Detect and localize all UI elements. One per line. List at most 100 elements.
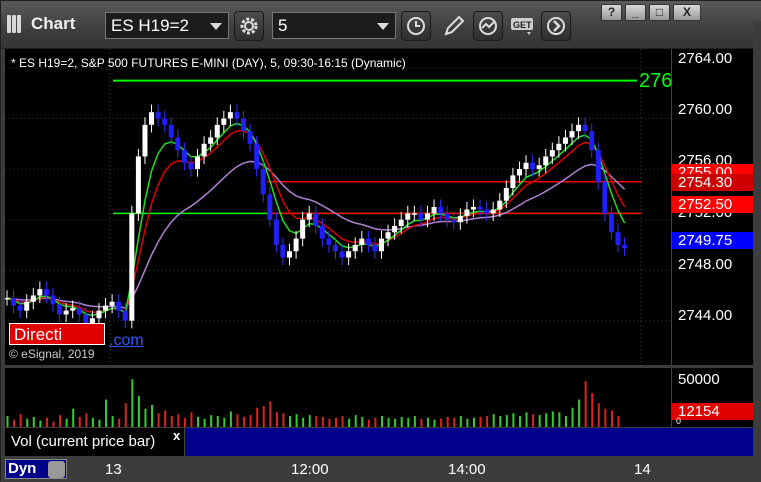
help-button[interactable]: ? (601, 4, 622, 21)
chevron-down-icon[interactable] (377, 23, 389, 30)
get-icon: GET (511, 18, 533, 35)
candle-body (497, 200, 503, 210)
candle-body (142, 124, 148, 157)
price-axis[interactable]: 2764.00 2760.00 2756.00 2752.00 2748.00 … (671, 49, 754, 365)
candle-body (306, 213, 312, 220)
volume-bar (32, 416, 35, 427)
volume-bar (551, 411, 554, 427)
candle-body (57, 304, 63, 315)
volume-bar (210, 415, 213, 427)
volume-bar (216, 416, 219, 427)
candle-body (582, 124, 588, 132)
volume-bar (98, 419, 101, 427)
volume-bar (328, 418, 331, 427)
candle-body (122, 310, 128, 321)
candle-body (530, 162, 536, 170)
volume-bar (190, 412, 193, 427)
volume-bar (229, 411, 232, 427)
price-tick: 2748.00 (678, 256, 733, 273)
volume-bar (111, 416, 114, 427)
symbol-value: ES H19=2 (111, 16, 189, 35)
candle-body (162, 118, 168, 125)
chart-app-icon (7, 15, 25, 33)
lock-icon[interactable] (48, 461, 65, 478)
candle-body (451, 219, 457, 223)
candle-body (556, 143, 562, 151)
symbol-combo[interactable]: ES H19=2 (105, 12, 229, 39)
volume-bar (584, 381, 587, 427)
minimize-button[interactable]: _ (625, 4, 646, 21)
time-button[interactable] (401, 11, 431, 41)
close-button[interactable]: X (673, 4, 701, 21)
volume-bar (59, 415, 62, 427)
volume-bar (308, 415, 311, 427)
candle-body (411, 213, 417, 215)
volume-panel[interactable] (5, 368, 671, 427)
study-panel[interactable]: Vol (current price bar) x (5, 428, 753, 456)
candle-body (43, 289, 49, 296)
chevron-down-icon[interactable] (210, 23, 222, 30)
volume-bar (426, 417, 429, 427)
volume-bar (6, 416, 9, 427)
candle-body (536, 165, 542, 170)
volume-bar (440, 418, 443, 427)
close-study-icon[interactable]: x (173, 428, 180, 443)
candle-body (214, 124, 220, 138)
candle-body (96, 310, 102, 319)
volume-zero-tick: 0 (676, 416, 682, 426)
settings-gear-icon (240, 17, 258, 35)
volume-bar (236, 414, 239, 427)
volume-bar (137, 395, 140, 427)
volume-bar (367, 419, 370, 427)
candle-body (83, 314, 89, 324)
volume-bar (486, 416, 489, 427)
candle-body (470, 207, 476, 210)
dynamic-toggle[interactable]: Dyn (5, 459, 67, 479)
candle-body (135, 156, 141, 214)
candle-body (608, 213, 614, 233)
ma-mid-line (6, 160, 626, 309)
volume-bar (453, 417, 456, 427)
price-tag-last: 2749.75 (672, 232, 754, 249)
volume-bar (282, 413, 285, 427)
volume-bar (335, 417, 337, 427)
volume-current-tag: 12154 (672, 403, 754, 420)
forward-button[interactable] (541, 11, 571, 41)
candle-body (300, 219, 306, 239)
volume-bar (170, 416, 173, 427)
candle-body (109, 301, 115, 306)
candle-body (385, 232, 391, 239)
candle-body (50, 295, 56, 305)
candle-body (70, 308, 76, 311)
candle-body (254, 143, 260, 170)
volume-axis[interactable]: 50000 12154 0 (671, 368, 754, 427)
study-button[interactable] (473, 11, 503, 41)
volume-bar (512, 413, 515, 427)
time-label: 14:00 (448, 461, 486, 478)
get-button[interactable]: GET (507, 11, 537, 41)
volume-bar (518, 416, 521, 427)
time-axis[interactable]: Dyn 13 12:00 14:00 14 (1, 456, 761, 482)
volume-bar (354, 415, 357, 427)
volume-bar (249, 415, 252, 427)
volume-bar (65, 418, 68, 427)
draw-button[interactable] (439, 11, 469, 41)
candle-body (589, 131, 595, 151)
price-tick: 2760.00 (678, 101, 733, 118)
price-chart[interactable]: * ES H19=2, S&P 500 FUTURES E-MINI (DAY)… (5, 49, 671, 365)
clock-icon (407, 17, 425, 35)
candle-body (543, 156, 549, 166)
candle-body (175, 137, 181, 151)
price-tick: 2764.00 (678, 50, 733, 67)
candle-body (181, 150, 187, 163)
maximize-button[interactable]: □ (649, 4, 670, 21)
volume-bar (597, 403, 600, 427)
candle-body (241, 118, 247, 132)
candle-body (378, 238, 384, 252)
interval-combo[interactable]: 5 (272, 12, 396, 39)
volume-bar (269, 401, 272, 427)
settings-button[interactable] (234, 11, 264, 41)
candle-body (372, 244, 378, 252)
volume-bar (400, 416, 403, 427)
brand-link[interactable]: .com (109, 332, 144, 350)
